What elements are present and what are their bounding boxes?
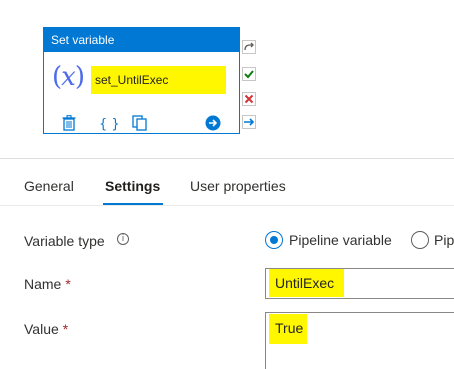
failure-x-icon[interactable]: [242, 92, 256, 106]
properties-tabs: General Settings User properties: [0, 170, 454, 206]
tabs-border: [0, 205, 454, 206]
activity-name: set_UntilExec: [91, 66, 226, 94]
pipeline-canvas: Set variable (x) set_UntilExec { }: [0, 0, 454, 158]
tab-general[interactable]: General: [24, 178, 74, 194]
name-label: Name *: [24, 276, 71, 292]
radio-pipeline-variable-label[interactable]: Pipeline variable: [289, 232, 392, 248]
success-check-icon[interactable]: [242, 67, 256, 81]
tab-user-properties[interactable]: User properties: [190, 178, 286, 194]
info-icon[interactable]: i: [117, 233, 129, 245]
value-input-value: True: [269, 314, 307, 344]
arrow-right-circle-icon[interactable]: [204, 114, 222, 132]
canvas-divider: [0, 158, 454, 159]
set-variable-activity[interactable]: Set variable (x) set_UntilExec { }: [43, 27, 240, 134]
redo-icon[interactable]: [242, 40, 256, 54]
tab-settings[interactable]: Settings: [105, 178, 160, 194]
svg-text:{ }: { }: [99, 117, 118, 131]
value-input[interactable]: True: [265, 312, 454, 369]
copy-icon[interactable]: [131, 114, 149, 132]
activity-body: (x) set_UntilExec { }: [44, 52, 239, 134]
variable-icon: (x): [52, 62, 85, 92]
completion-arrow-icon[interactable]: [242, 115, 256, 129]
variable-type-label: Variable type: [24, 233, 105, 249]
activity-header: Set variable: [44, 28, 239, 52]
radio-second-option-label[interactable]: Pip: [434, 232, 454, 248]
name-input[interactable]: UntilExec: [265, 268, 454, 299]
name-input-value: UntilExec: [269, 269, 344, 297]
radio-pipeline-variable[interactable]: [265, 231, 283, 249]
activity-actions: { }: [61, 114, 227, 132]
radio-second-option[interactable]: [411, 231, 429, 249]
code-icon[interactable]: { }: [97, 114, 119, 132]
value-label: Value *: [24, 321, 69, 337]
delete-icon[interactable]: [61, 114, 77, 132]
